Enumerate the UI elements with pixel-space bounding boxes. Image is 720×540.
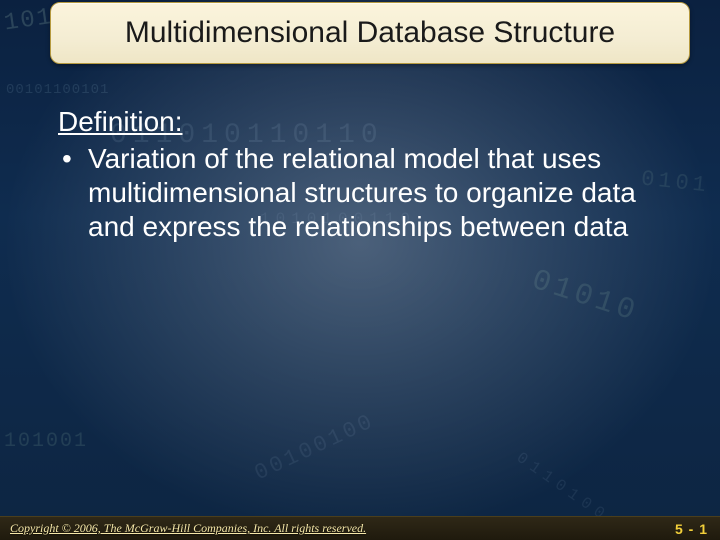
bg-binary-deco: 01010 [527,264,642,330]
definition-heading: Definition: [58,106,680,138]
slide-body: Definition: • Variation of the relationa… [58,106,680,244]
bullet-item: • Variation of the relational model that… [58,142,680,244]
bullet-text: Variation of the relational model that u… [88,142,680,244]
slide: 1010 00101100101 011010110110 1010100110… [0,0,720,540]
bg-binary-deco: 101001 [4,430,88,453]
bullet-marker: • [58,142,88,244]
copyright-text: Copyright © 2006, The McGraw-Hill Compan… [10,521,366,536]
bg-binary-deco: 00100100 [251,409,379,486]
page-number: 5 - 1 [675,521,708,537]
title-banner: Multidimensional Database Structure [50,2,690,64]
slide-title: Multidimensional Database Structure [125,16,615,50]
slide-footer: Copyright © 2006, The McGraw-Hill Compan… [0,516,720,540]
bg-binary-deco: 00101100101 [6,82,109,98]
